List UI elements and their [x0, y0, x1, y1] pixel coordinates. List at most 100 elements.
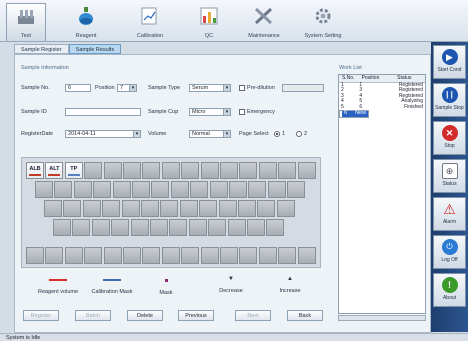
tray-cell[interactable]	[266, 219, 285, 236]
tray-cell[interactable]	[132, 181, 150, 198]
tab-system-setting[interactable]: System Setting	[296, 3, 350, 41]
tray-cell[interactable]	[190, 181, 209, 198]
tray-cell[interactable]	[54, 181, 73, 198]
tray-cell[interactable]	[287, 181, 306, 198]
tray-cell[interactable]	[239, 247, 258, 264]
tray-cell[interactable]	[123, 162, 141, 179]
horizontal-scrollbar[interactable]	[338, 315, 426, 321]
tray-cell[interactable]: ALT	[45, 162, 64, 179]
sample-cup-select[interactable]: Micro ▾	[189, 108, 231, 116]
tab-calibration[interactable]: Calibration	[126, 3, 174, 41]
tab-qc[interactable]: QC	[190, 3, 228, 41]
tray-cell[interactable]	[248, 181, 267, 198]
table-row-selected[interactable]: 6 New	[339, 110, 370, 118]
delete-button[interactable]: Delete	[127, 310, 163, 321]
tray-cell[interactable]	[161, 247, 180, 264]
pre-dilution-checkbox[interactable]	[239, 85, 245, 91]
tray-cell[interactable]	[181, 247, 200, 264]
sample-type-select[interactable]: Serum ▾	[189, 84, 231, 92]
tray-cell[interactable]	[181, 162, 200, 179]
register-date-picker[interactable]: 2014-04-11 ▾	[65, 130, 141, 138]
tray-cell[interactable]	[200, 162, 219, 179]
tray-cell[interactable]	[257, 200, 276, 217]
tray-cell[interactable]	[200, 247, 219, 264]
volume-select[interactable]: Normal ▾	[189, 130, 231, 138]
tray-cell[interactable]	[44, 200, 62, 217]
tray-cell[interactable]	[258, 247, 277, 264]
tray-cell[interactable]	[151, 181, 170, 198]
tray-cell[interactable]	[121, 200, 140, 217]
tray-cell[interactable]	[220, 247, 238, 264]
start-cond-button[interactable]: ▶ Start Cond	[433, 45, 466, 79]
tab-sample-results[interactable]: Sample Results	[68, 44, 122, 54]
tray-cell[interactable]	[161, 162, 180, 179]
tab-maintenance[interactable]: Maintenance	[240, 3, 288, 41]
about-button[interactable]: ! About	[433, 273, 466, 307]
tray-cell[interactable]	[297, 247, 316, 264]
tray-cell[interactable]	[142, 247, 161, 264]
pre-dilution-input[interactable]	[282, 84, 324, 92]
tray-cell[interactable]	[111, 219, 130, 236]
tray-cell[interactable]	[239, 162, 258, 179]
tray-cell[interactable]	[35, 181, 53, 198]
tray-cell[interactable]	[53, 219, 71, 236]
tab-test[interactable]: Test	[6, 3, 46, 41]
tray-cell[interactable]	[160, 200, 179, 217]
tray-cell[interactable]: ALB	[26, 162, 44, 179]
tray-cell[interactable]	[91, 219, 110, 236]
tray-cell[interactable]	[278, 247, 297, 264]
tray-cell[interactable]	[141, 200, 159, 217]
register-button[interactable]: Register	[23, 310, 59, 321]
page-1-radio[interactable]	[274, 131, 280, 137]
sample-stop-button[interactable]: | | Sample Stop	[433, 83, 466, 117]
tray-cell[interactable]	[84, 162, 103, 179]
tray-cell[interactable]	[130, 219, 149, 236]
tray-cell[interactable]	[102, 200, 121, 217]
alarm-button[interactable]: ⚠ Alarm	[433, 197, 466, 231]
stop-button[interactable]: ✕ Stop	[433, 121, 466, 155]
tab-sample-register[interactable]: Sample Register	[14, 44, 69, 54]
tray-cell[interactable]	[247, 219, 265, 236]
tray-cell[interactable]	[84, 247, 103, 264]
tray-cell[interactable]	[208, 219, 227, 236]
batch-button[interactable]: Batch	[75, 310, 111, 321]
tray-cell[interactable]	[258, 162, 277, 179]
previous-button[interactable]: Previous	[178, 310, 214, 321]
tab-reagent[interactable]: Reagent	[66, 3, 106, 41]
tray-cell[interactable]	[218, 200, 237, 217]
tray-cell[interactable]	[150, 219, 168, 236]
tray-cell[interactable]	[93, 181, 112, 198]
page-2-radio[interactable]	[296, 131, 302, 137]
tray-cell[interactable]	[297, 162, 316, 179]
tray-cell[interactable]	[278, 162, 297, 179]
tray-cell[interactable]	[72, 219, 91, 236]
position-select[interactable]: 7 ▾	[117, 84, 137, 92]
tray-cell[interactable]	[64, 247, 83, 264]
tray-cell[interactable]	[123, 247, 141, 264]
tray-cell[interactable]	[199, 200, 218, 217]
next-button[interactable]: Next	[235, 310, 271, 321]
tray-cell[interactable]	[179, 200, 198, 217]
tray-cell[interactable]	[209, 181, 228, 198]
tray-cell[interactable]	[267, 181, 286, 198]
tray-cell[interactable]	[45, 247, 64, 264]
tray-cell[interactable]	[227, 219, 246, 236]
back-button[interactable]: Back	[287, 310, 323, 321]
tray-cell[interactable]	[26, 247, 44, 264]
tray-cell[interactable]	[229, 181, 247, 198]
tray-cell[interactable]: TP	[64, 162, 83, 179]
tray-cell[interactable]	[142, 162, 161, 179]
sample-no-input[interactable]: 6	[65, 84, 91, 92]
tray-cell[interactable]	[238, 200, 256, 217]
tray-cell[interactable]	[73, 181, 92, 198]
tray-cell[interactable]	[169, 219, 188, 236]
emergency-checkbox[interactable]	[239, 109, 245, 115]
tray-cell[interactable]	[103, 162, 122, 179]
tray-cell[interactable]	[103, 247, 122, 264]
log-off-button[interactable]: ⏻ Log Off	[433, 235, 466, 269]
tray-cell[interactable]	[112, 181, 131, 198]
tray-cell[interactable]	[82, 200, 101, 217]
tray-cell[interactable]	[276, 200, 295, 217]
tray-cell[interactable]	[170, 181, 189, 198]
sample-id-input[interactable]	[65, 108, 141, 116]
